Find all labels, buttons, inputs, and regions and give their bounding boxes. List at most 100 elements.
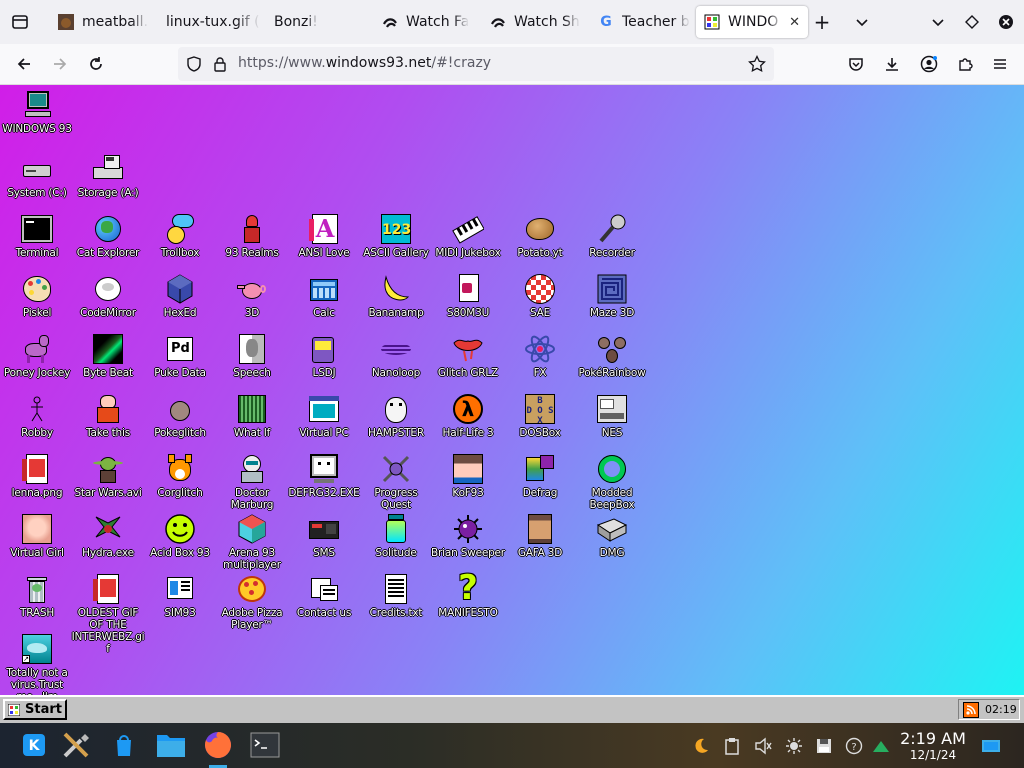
bookmark-star-icon[interactable] [748, 54, 766, 77]
file-manager-icon[interactable] [155, 729, 187, 761]
desktop-icon-what-if[interactable]: What If [215, 393, 289, 439]
desktop-icon-fx[interactable]: FX [503, 333, 577, 379]
desktop-icon-modded-beepbox[interactable]: Modded BeepBox [575, 453, 649, 511]
desktop-icon-manifesto[interactable]: ? MANIFESTO [431, 571, 505, 619]
desktop-icon-sim93[interactable]: SIM93 [143, 573, 217, 619]
desktop-icon-codemirror[interactable]: CodeMirror [71, 273, 145, 319]
tools-icon[interactable] [60, 729, 92, 761]
firefox-icon[interactable] [202, 729, 234, 761]
start-button[interactable]: Start [3, 699, 67, 720]
desktop-icon-potato-yt[interactable]: Potato.yt [503, 213, 577, 259]
desktop-icon-lenna-png[interactable]: lenna.png [0, 453, 74, 499]
extensions-icon[interactable] [953, 52, 977, 76]
tab-windows93[interactable]: WINDO ✕ [696, 6, 808, 38]
chevron-down-icon[interactable] [926, 10, 950, 34]
window-restore-icon[interactable] [960, 10, 984, 34]
lock-icon[interactable] [212, 56, 228, 76]
desktop-icon-piskel[interactable]: Piskel [0, 273, 74, 319]
discover-store-icon[interactable] [108, 729, 140, 761]
desktop-icon-sae[interactable]: SAE [503, 273, 577, 319]
window-close-icon[interactable] [994, 10, 1018, 34]
desktop-icon-windows93[interactable]: WINDOWS 93 [0, 89, 74, 135]
kde-launcher-icon[interactable]: K [18, 729, 50, 761]
url-text[interactable]: https://www.windows93.net/#!crazy [238, 55, 491, 71]
volume-muted-icon[interactable] [752, 735, 774, 757]
desktop-icon-nes[interactable]: NES [575, 393, 649, 439]
desktop-icon-contact-us[interactable]: Contact us [287, 573, 361, 619]
desktop-icon-progress-quest[interactable]: Progress Quest [359, 453, 433, 511]
desktop-icon-arena-93[interactable]: Arena 93 multiplayer [215, 513, 289, 571]
tab-list-chevron-icon[interactable] [850, 10, 874, 34]
tab-watch-sh[interactable]: Watch Sh [482, 6, 590, 38]
desktop-icon-brian-sweeper[interactable]: Brian Sweeper [431, 513, 505, 559]
desktop-icon-3d[interactable]: 3D [215, 273, 289, 319]
tab-list-icon[interactable] [8, 10, 32, 34]
desktop-icon-defrg32[interactable]: DEFRG32.EXE [287, 453, 361, 499]
desktop-icon-solitude[interactable]: Solitude [359, 513, 433, 559]
tab-meatball[interactable]: meatball. [50, 6, 156, 38]
desktop-icon-calc[interactable]: Calc [287, 273, 361, 319]
desktop-icon-totally-not-a-virus[interactable]: ↗ Totally not a virus.Trust me...I'm [0, 633, 74, 695]
show-desktop-icon[interactable] [980, 735, 1002, 757]
desktop-icon-bananamp[interactable]: Bananamp [359, 273, 433, 319]
desktop-icon-sms[interactable]: SMS [287, 513, 361, 559]
desktop-icon-kof93[interactable]: KoF93 [431, 453, 505, 499]
desktop-icon-virtual-girl[interactable]: Virtual Girl [0, 513, 74, 559]
storage-device-icon[interactable] [813, 735, 835, 757]
desktop-icon-lsdj[interactable]: LSDJ [287, 333, 361, 379]
desktop-icon-ascii-gallery[interactable]: 123 ASCII Gallery [359, 213, 433, 259]
desktop-icon-recorder[interactable]: Recorder [575, 213, 649, 259]
close-tab-icon[interactable]: ✕ [789, 15, 800, 30]
desktop-icon-maze-3d[interactable]: Maze 3D [575, 273, 649, 319]
account-icon[interactable] [917, 52, 941, 76]
download-icon[interactable] [880, 52, 904, 76]
desktop-icon-trollbox[interactable]: Trollbox [143, 213, 217, 259]
desktop-icon-pokerainbow[interactable]: PokéRainbow [575, 333, 649, 379]
desktop-icon-adobe-pizza[interactable]: Adobe Pizza Player™ [215, 573, 289, 631]
desktop-icon-terminal[interactable]: Terminal [0, 213, 74, 259]
desktop-icon-puke-data[interactable]: Pd Puke Data [143, 333, 217, 379]
desktop-icon-trash[interactable]: TRASH [0, 573, 74, 619]
desktop-icon-oldest-gif[interactable]: OLDEST GIF OF THE INTERWEBZ.gif [71, 573, 145, 655]
tab-watch-fa[interactable]: Watch Fa [374, 6, 482, 38]
desktop-icon-93-realms[interactable]: 93 Realms [215, 213, 289, 259]
url-bar[interactable]: https://www.windows93.net/#!crazy [178, 47, 774, 81]
network-icon[interactable] [870, 735, 892, 757]
desktop-icon-defrag[interactable]: Defrag [503, 453, 577, 499]
night-light-icon[interactable] [690, 735, 712, 757]
desktop-icon-midi-jukebox[interactable]: MIDI Jukebox [431, 213, 505, 259]
desktop-icon-hampster[interactable]: HAMPSTER [359, 393, 433, 439]
shield-icon[interactable] [186, 56, 202, 76]
desktop-icon-doctor-marburg[interactable]: Doctor Marburg [215, 453, 289, 511]
hamburger-menu-icon[interactable] [988, 52, 1012, 76]
desktop-icon-virtual-pc[interactable]: Virtual PC [287, 393, 361, 439]
forward-arrow-icon[interactable] [48, 52, 72, 76]
desktop-icon-pokeglitch[interactable]: Pokeglitch [143, 393, 217, 439]
rss-icon[interactable] [963, 701, 979, 718]
desktop-icon-dosbox[interactable]: BD O SX DOSBox [503, 393, 577, 439]
desktop-icon-corglitch[interactable]: Corglitch [143, 453, 217, 499]
desktop-icon-speech[interactable]: Speech [215, 333, 289, 379]
konsole-icon[interactable] [249, 729, 281, 761]
desktop-icon-byte-beat[interactable]: Byte Beat [71, 333, 145, 379]
desktop-icon-ansi-love[interactable]: A ANSI Love [287, 213, 361, 259]
tab-linux-tux[interactable]: linux-tux.gif ( [158, 6, 278, 38]
desktop-icon-dmg[interactable]: DMG [575, 513, 649, 559]
desktop-icon-half-life-3[interactable]: λ Half-Life 3 [431, 393, 505, 439]
tab-teacher[interactable]: G Teacher b [590, 6, 698, 38]
desktop-icon-glitch-grlz[interactable]: Glitch GRLZ [431, 333, 505, 379]
desktop-icon-credits[interactable]: Credits.txt [359, 573, 433, 619]
desktop-icon-nanoloop[interactable]: Nanoloop [359, 333, 433, 379]
reload-icon[interactable] [84, 52, 108, 76]
desktop-icon-s80m3u[interactable]: S80M3U [431, 273, 505, 319]
desktop-icon-star-wars[interactable]: Star Wars.avi [71, 453, 145, 499]
desktop-icon-take-this[interactable]: Take this [71, 393, 145, 439]
pocket-icon[interactable] [844, 52, 868, 76]
desktop-icon-storage-a[interactable]: Storage (A:) [71, 153, 145, 199]
desktop-icon-acid-box[interactable]: Acid Box 93 [143, 513, 217, 559]
help-icon[interactable]: ? [843, 735, 865, 757]
new-tab-icon[interactable]: + [810, 10, 834, 34]
system-clock[interactable]: 2:19 AM 12/1/24 [896, 729, 970, 762]
clipboard-icon[interactable] [721, 735, 743, 757]
brightness-icon[interactable] [783, 735, 805, 757]
